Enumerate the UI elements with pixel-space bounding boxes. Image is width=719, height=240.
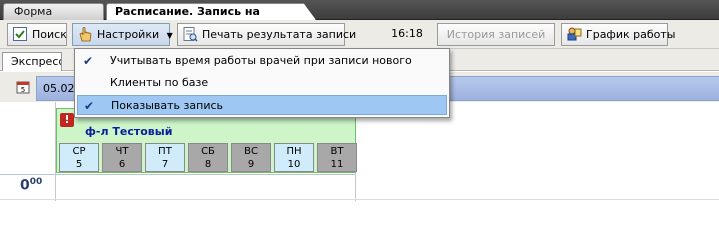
svg-text:5: 5: [21, 86, 25, 94]
time-slot-label: 000: [20, 177, 42, 194]
history-button[interactable]: История записей: [437, 23, 555, 46]
print-preview-icon: [183, 27, 198, 42]
day-number: 10: [287, 159, 301, 170]
row-divider-bottom: [0, 199, 719, 200]
day-button-sun[interactable]: ВС 9: [231, 143, 271, 172]
day-button-tue[interactable]: ВТ 11: [317, 143, 357, 172]
tab-schedule[interactable]: Расписание. Запись на прием.: [106, 3, 316, 20]
day-abbr: СР: [72, 146, 86, 157]
settings-menu: ✔ Учитывать время работы врачей при запи…: [74, 48, 450, 118]
search-button-label: Поиск: [32, 28, 67, 41]
print-result-button[interactable]: Печать результата записи: [177, 23, 356, 46]
menu-item-label: Показывать запись: [111, 99, 223, 112]
tab-search-form[interactable]: Форма Поиска: [3, 3, 104, 34]
day-abbr: ПТ: [158, 146, 172, 157]
settings-button[interactable]: Настройки ▼: [72, 23, 173, 46]
day-abbr: СБ: [201, 146, 215, 157]
menu-item-label: Учитывать время работы врачей при записи…: [110, 54, 412, 67]
chevron-down-icon: ▼: [166, 31, 173, 40]
checkmark-icon: ✔: [84, 99, 95, 113]
day-abbr: ВТ: [330, 146, 344, 157]
calendar-icon[interactable]: 5: [16, 80, 30, 94]
schedule-icon: [567, 27, 582, 41]
search-button[interactable]: Поиск: [7, 23, 67, 46]
menu-item-label: Клиенты по базе: [110, 76, 209, 89]
menu-item-consider-doctor-hours[interactable]: ✔ Учитывать время работы врачей при запи…: [77, 51, 447, 71]
print-result-label: Печать результата записи: [202, 28, 357, 41]
day-button-sat[interactable]: СБ 8: [188, 143, 228, 172]
time-slot-minutes: 00: [29, 177, 43, 187]
day-button-wed[interactable]: СР 5: [59, 143, 99, 172]
day-abbr: ПН: [286, 146, 302, 157]
current-time: 16:18: [391, 27, 423, 40]
work-schedule-button[interactable]: График работы: [561, 23, 675, 46]
day-button-thu[interactable]: ЧТ 6: [102, 143, 142, 172]
day-number: 5: [75, 159, 83, 170]
tab-express-search[interactable]: Экспресс поиск: [2, 52, 62, 71]
day-number: 7: [161, 159, 169, 170]
day-button-fri[interactable]: ПТ 7: [145, 143, 185, 172]
day-number: 9: [247, 159, 255, 170]
day-number: 8: [204, 159, 212, 170]
menu-item-clients-by-base[interactable]: Клиенты по базе: [77, 73, 447, 93]
time-slot-hour: 0: [20, 177, 30, 194]
tab-strip: Форма Поиска Расписание. Запись на прием…: [0, 0, 719, 34]
toolbar: Поиск Настройки ▼ Печать результата запи…: [0, 20, 719, 49]
menu-item-show-appointment[interactable]: ✔ Показывать запись: [77, 95, 447, 115]
day-abbr: ВС: [244, 146, 258, 157]
hand-settings-icon: [79, 27, 92, 42]
row-divider: [0, 174, 356, 175]
warning-icon: !: [60, 113, 74, 127]
day-number: 11: [330, 159, 344, 170]
search-checkbox-icon: [13, 27, 27, 41]
checkmark-icon: ✔: [83, 54, 94, 68]
day-button-mon[interactable]: ПН 10: [274, 143, 314, 172]
work-schedule-label: График работы: [586, 28, 676, 41]
settings-button-label: Настройки: [97, 28, 160, 41]
day-number: 6: [118, 159, 126, 170]
branch-label: ф-л Тестовый: [85, 125, 173, 138]
day-abbr: ЧТ: [115, 146, 129, 157]
